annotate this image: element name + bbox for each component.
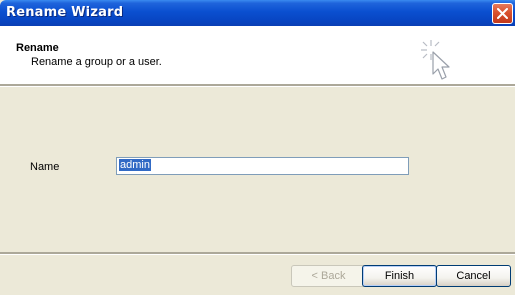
- footer-divider: [0, 252, 515, 255]
- title-bar[interactable]: Rename Wizard: [0, 0, 515, 26]
- page-subtitle: Rename a group or a user.: [31, 56, 162, 68]
- wizard-header: Rename Rename a group or a user.: [0, 26, 515, 84]
- finish-button[interactable]: Finish: [362, 265, 437, 287]
- window-title: Rename Wizard: [6, 5, 124, 20]
- close-icon: [497, 8, 508, 19]
- header-divider: [0, 84, 515, 87]
- rename-wizard-window: Rename Wizard Rename Rename a group or a…: [0, 0, 515, 295]
- name-label: Name: [30, 161, 60, 173]
- back-button[interactable]: < Back: [291, 265, 366, 287]
- page-title: Rename: [16, 42, 59, 54]
- wizard-cursor-icon: [421, 40, 450, 80]
- cancel-button[interactable]: Cancel: [436, 265, 511, 287]
- name-field-value: admin: [119, 159, 151, 171]
- close-button[interactable]: [492, 3, 513, 24]
- name-field[interactable]: admin: [116, 157, 409, 175]
